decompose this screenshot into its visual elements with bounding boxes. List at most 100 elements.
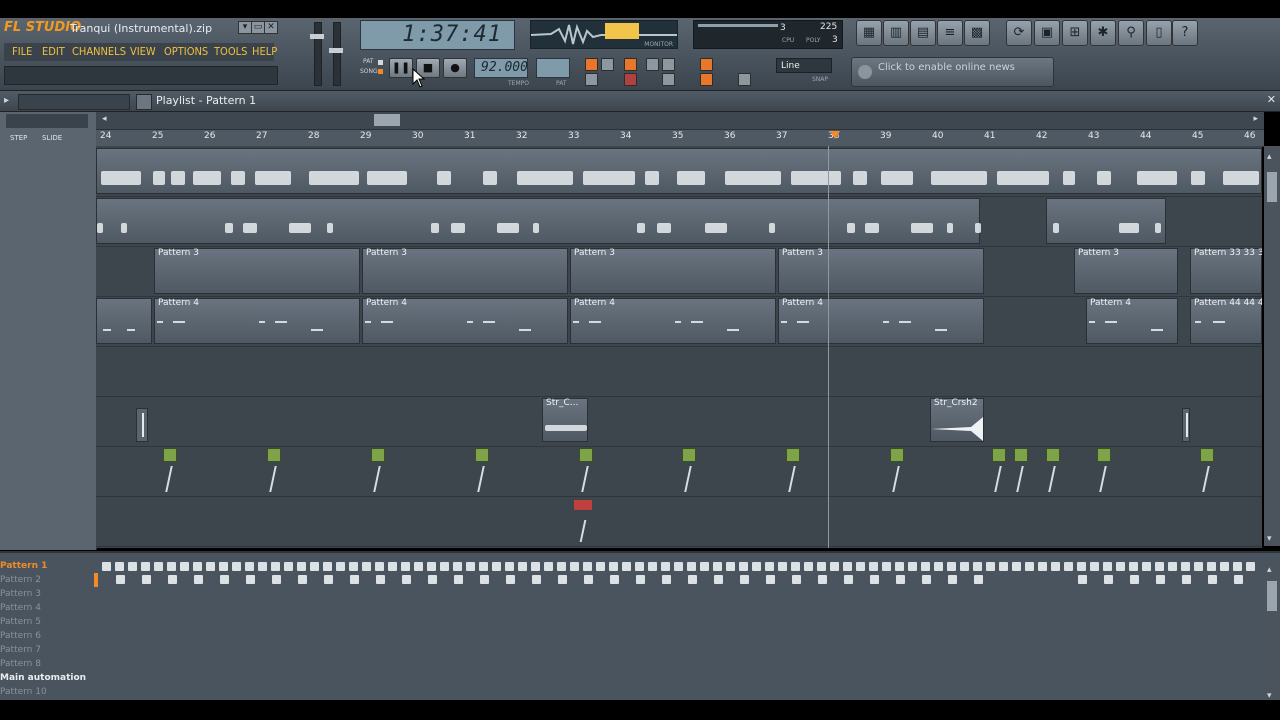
playlist-track-1[interactable] [96,146,1262,197]
pattern-block[interactable] [428,575,437,584]
pattern-block[interactable] [116,575,125,584]
pattern-block[interactable] [948,575,957,584]
playlist-close-icon[interactable]: ✕ [1267,93,1276,106]
pattern-block[interactable] [246,575,255,584]
pattern-block[interactable] [869,562,878,571]
menu-file[interactable]: FILE [12,43,32,61]
song-position-display[interactable]: 1:37:41 [360,20,515,50]
pattern-block[interactable] [454,575,463,584]
pattern-block[interactable] [480,575,489,584]
pattern-clip[interactable]: Pattern 3 [362,248,568,294]
pattern-block[interactable] [661,562,670,571]
automation-clip[interactable] [1014,448,1028,462]
master-pitch-slider[interactable] [333,22,341,86]
master-volume-slider[interactable] [314,22,322,86]
automation-clip[interactable] [992,448,1006,462]
playlist-track-2[interactable] [96,196,1262,247]
pattern-1-blocks[interactable] [100,561,1260,573]
blend-toggle[interactable] [662,58,675,71]
pattern-block[interactable] [128,562,137,571]
pattern-block[interactable] [986,562,995,571]
pattern-clip[interactable]: Pattern 3 [570,248,776,294]
pattern-block[interactable] [402,575,411,584]
automation-clip[interactable] [1200,448,1214,462]
pattern-block[interactable] [1207,562,1216,571]
pattern-selector[interactable] [536,58,570,78]
song-position-marker[interactable] [830,131,840,139]
loop-record-toggle[interactable] [700,58,713,71]
pattern-block[interactable] [739,562,748,571]
pattern-block[interactable] [492,562,501,571]
pattern-block[interactable] [1181,562,1190,571]
pattern-block[interactable] [1234,575,1243,584]
pattern-clip[interactable] [96,298,152,344]
pattern-block[interactable] [766,575,775,584]
pattern-row-label[interactable]: Pattern 3 [0,589,41,599]
scroll-up-icon[interactable]: ▴ [1267,565,1272,575]
pattern-block[interactable] [272,575,281,584]
pattern-block[interactable] [506,575,515,584]
pattern-block[interactable] [102,562,111,571]
pattern-block[interactable] [843,562,852,571]
save-icon[interactable]: ▣ [1034,20,1060,46]
grid-icon[interactable] [136,94,152,110]
pattern-block[interactable] [817,562,826,571]
pattern-block[interactable] [635,562,644,571]
pattern-block[interactable] [194,575,203,584]
step-sequencer-icon[interactable]: ▥ [883,20,909,46]
pattern-block[interactable] [1078,575,1087,584]
pattern-block[interactable] [674,562,683,571]
audio-clip-track-1[interactable] [96,148,1262,194]
playlist-track-8[interactable] [96,496,1262,547]
pattern-block[interactable] [726,562,735,571]
pattern-clip[interactable]: Pattern 33 33 3 [1190,248,1262,294]
pattern-block[interactable] [206,562,215,571]
pattern-clip[interactable]: Pattern 3 [154,248,360,294]
pattern-block[interactable] [1155,562,1164,571]
pattern-vscroll-thumb[interactable] [1267,581,1277,611]
pattern-block[interactable] [219,562,228,571]
pattern-block[interactable] [1220,562,1229,571]
pattern-block[interactable] [427,562,436,571]
pattern-block[interactable] [505,562,514,571]
pattern-block[interactable] [324,575,333,584]
automation-clip-red[interactable] [574,500,592,510]
pattern-clip[interactable]: Pattern 44 44 4 [1190,298,1262,344]
pattern-block[interactable] [921,562,930,571]
pattern-block[interactable] [622,562,631,571]
master-pitch-handle[interactable] [329,48,343,53]
pattern-block[interactable] [297,562,306,571]
playlist-grid[interactable]: Pattern 3 Pattern 3 Pattern 3 Pattern 3 … [96,146,1262,548]
pattern-block[interactable] [947,562,956,571]
pattern-row-label[interactable]: Pattern 5 [0,617,41,627]
automation-clip[interactable] [1046,448,1060,462]
playlist-track-5[interactable] [96,346,1262,397]
menu-tools[interactable]: TOOLS [214,43,247,61]
pattern-block[interactable] [818,575,827,584]
pattern-block[interactable] [908,562,917,571]
menu-channels[interactable]: CHANNELS [72,43,126,61]
typing-keyboard-toggle[interactable] [585,73,598,86]
pattern-block[interactable] [220,575,229,584]
pattern-block[interactable] [960,562,969,571]
pattern-2-blocks[interactable] [100,574,1260,586]
pattern-clip[interactable]: Pattern 4 [570,298,776,344]
maximize-button[interactable]: ▭ [251,21,265,34]
menu-options[interactable]: OPTIONS [164,43,208,61]
scroll-right-icon[interactable]: ▸ [1253,114,1258,124]
vertical-scrollbar[interactable]: ▴ ▾ [1264,146,1280,546]
pattern-block[interactable] [440,562,449,571]
pattern-block[interactable] [1077,562,1086,571]
record-button[interactable]: ● [443,58,467,78]
pattern-block[interactable] [1064,562,1073,571]
scroll-up-icon[interactable]: ▴ [1267,152,1272,162]
pattern-block[interactable] [752,562,761,571]
automation-clip[interactable] [475,448,489,462]
online-news-panel[interactable]: Click to enable online news [851,57,1054,87]
pattern-block[interactable] [1208,575,1217,584]
automation-clip[interactable] [267,448,281,462]
pattern-block[interactable] [1038,562,1047,571]
pattern-block[interactable] [1168,562,1177,571]
pattern-block[interactable] [740,575,749,584]
pattern-block[interactable] [168,575,177,584]
